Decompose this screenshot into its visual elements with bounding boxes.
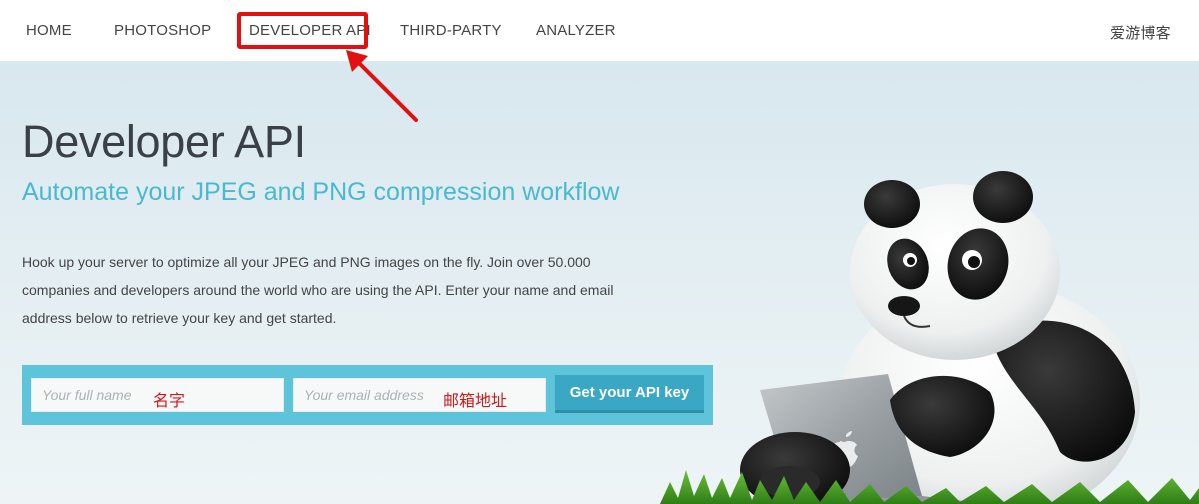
- annotation-arrow: [346, 50, 418, 122]
- panda-ear-right: [973, 171, 1033, 223]
- top-nav: HOME PHOTOSHOP DEVELOPER API THIRD-PARTY…: [0, 0, 1199, 62]
- annotation-highlight-box: [237, 12, 368, 49]
- nav-item-blog[interactable]: 爱游博客: [1110, 22, 1171, 43]
- email-field-wrapper: 邮箱地址: [293, 378, 546, 412]
- hero-description: Hook up your server to optimize all your…: [22, 254, 614, 326]
- panda-ear-left: [864, 180, 920, 228]
- nav-item-third-party[interactable]: THIRD-PARTY: [400, 22, 502, 39]
- panda-laptop-illustration: [660, 171, 1199, 504]
- email-input[interactable]: [294, 379, 545, 411]
- nav-item-home[interactable]: HOME: [26, 22, 72, 39]
- page-title: Developer API: [22, 116, 306, 167]
- name-annotation: 名字: [153, 393, 186, 410]
- api-key-form: 名字 邮箱地址 Get your API key: [22, 365, 713, 425]
- name-field-wrapper: 名字: [31, 378, 284, 412]
- nav-item-photoshop[interactable]: PHOTOSHOP: [114, 22, 211, 39]
- page-subtitle: Automate your JPEG and PNG compression w…: [22, 178, 620, 206]
- panda-nose: [888, 296, 920, 316]
- email-annotation: 邮箱地址: [443, 393, 508, 410]
- hero-section: Developer API Automate your JPEG and PNG…: [0, 62, 1199, 504]
- nav-item-analyzer[interactable]: ANALYZER: [536, 22, 616, 39]
